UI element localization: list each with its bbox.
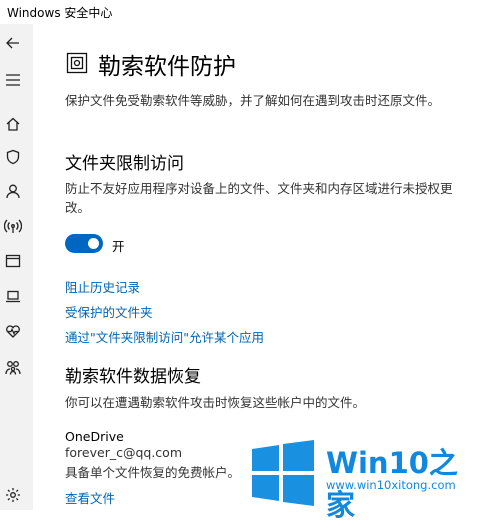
- recovery-service-name: OneDrive: [65, 429, 124, 444]
- ransomware-protection-icon: [66, 52, 88, 74]
- recovery-heading: 勒索软件数据恢复: [65, 367, 201, 387]
- recovery-plan-text: 具备单个文件恢复的免费帐户。: [65, 465, 241, 480]
- toggle-knob: [88, 238, 99, 249]
- cfa-toggle-switch[interactable]: [65, 234, 103, 253]
- cfa-description-line2: 改。: [65, 200, 91, 215]
- page-description: 保护文件免受勒索软件等威胁，并了解如何在遇到攻击时还原文件。: [65, 93, 441, 108]
- home-icon[interactable]: [4, 115, 22, 133]
- app-browser-icon[interactable]: [4, 252, 22, 270]
- allow-app-link[interactable]: 通过"文件夹限制访问"允许某个应用: [65, 327, 264, 346]
- health-heart-icon[interactable]: [4, 322, 22, 340]
- watermark-site: www.win10xitong.com: [326, 478, 456, 492]
- recovery-account-email: forever_c@qq.com: [65, 445, 182, 460]
- title-bar: Windows 安全中心: [0, 0, 482, 24]
- page-title: 勒索软件防护: [98, 54, 236, 80]
- device-laptop-icon[interactable]: [4, 287, 22, 305]
- nav-rail: [0, 24, 33, 510]
- toggle-state-label: 开: [112, 239, 125, 254]
- person-icon[interactable]: [4, 182, 22, 200]
- block-history-link[interactable]: 阻止历史记录: [65, 277, 140, 296]
- recovery-description: 你可以在遭遇勒索软件攻击时恢复这些帐户中的文件。: [65, 395, 366, 410]
- protected-folders-link[interactable]: 受保护的文件夹: [65, 302, 153, 321]
- back-arrow-icon[interactable]: [4, 34, 22, 52]
- cfa-description-line1: 防止不友好应用程序对设备上的文件、文件夹和内存区域进行未授权更: [65, 181, 453, 196]
- settings-gear-icon[interactable]: [4, 486, 22, 504]
- view-files-link[interactable]: 查看文件: [65, 488, 115, 507]
- shield-icon[interactable]: [4, 148, 22, 166]
- network-wifi-icon[interactable]: [4, 217, 22, 235]
- windows-logo-icon: [250, 440, 316, 506]
- family-icon[interactable]: [4, 358, 22, 376]
- window-title: Windows 安全中心: [7, 6, 113, 20]
- hamburger-menu-icon[interactable]: [4, 71, 22, 89]
- cfa-heading: 文件夹限制访问: [65, 154, 184, 174]
- watermark: Win10之家 www.win10xitong.com: [250, 432, 482, 522]
